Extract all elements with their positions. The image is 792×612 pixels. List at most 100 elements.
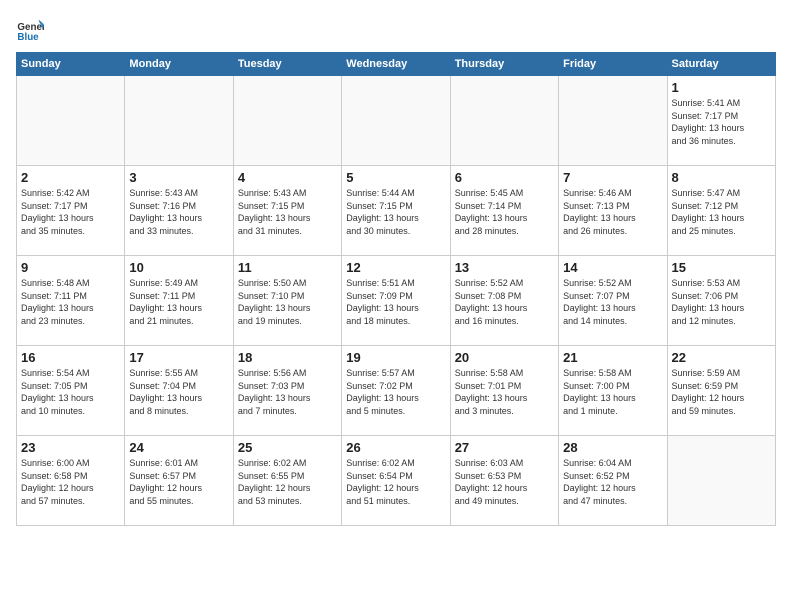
- day-cell: 27 Sunrise: 6:03 AM Sunset: 6:53 PM Dayli…: [450, 436, 558, 526]
- day-cell: [559, 76, 667, 166]
- day-info: Sunrise: 5:54 AM Sunset: 7:05 PM Dayligh…: [21, 367, 120, 417]
- day-number: 12: [346, 260, 445, 275]
- day-info: Sunrise: 5:47 AM Sunset: 7:12 PM Dayligh…: [672, 187, 771, 237]
- day-info: Sunrise: 5:41 AM Sunset: 7:17 PM Dayligh…: [672, 97, 771, 147]
- column-header-monday: Monday: [125, 53, 233, 76]
- header: General Blue: [16, 16, 776, 44]
- day-cell: 16 Sunrise: 5:54 AM Sunset: 7:05 PM Dayli…: [17, 346, 125, 436]
- day-info: Sunrise: 5:48 AM Sunset: 7:11 PM Dayligh…: [21, 277, 120, 327]
- day-number: 11: [238, 260, 337, 275]
- day-cell: 2 Sunrise: 5:42 AM Sunset: 7:17 PM Daylig…: [17, 166, 125, 256]
- day-number: 10: [129, 260, 228, 275]
- column-header-sunday: Sunday: [17, 53, 125, 76]
- day-cell: 14 Sunrise: 5:52 AM Sunset: 7:07 PM Dayli…: [559, 256, 667, 346]
- svg-text:Blue: Blue: [17, 32, 39, 43]
- day-number: 24: [129, 440, 228, 455]
- column-header-tuesday: Tuesday: [233, 53, 341, 76]
- day-number: 28: [563, 440, 662, 455]
- day-info: Sunrise: 6:02 AM Sunset: 6:55 PM Dayligh…: [238, 457, 337, 507]
- day-number: 1: [672, 80, 771, 95]
- day-number: 26: [346, 440, 445, 455]
- day-number: 21: [563, 350, 662, 365]
- day-cell: [667, 436, 775, 526]
- day-number: 16: [21, 350, 120, 365]
- day-cell: 24 Sunrise: 6:01 AM Sunset: 6:57 PM Dayli…: [125, 436, 233, 526]
- day-info: Sunrise: 5:43 AM Sunset: 7:16 PM Dayligh…: [129, 187, 228, 237]
- day-info: Sunrise: 5:56 AM Sunset: 7:03 PM Dayligh…: [238, 367, 337, 417]
- day-cell: 17Sunrise: 5:55 AM Sunset: 7:04 PM Dayli…: [125, 346, 233, 436]
- day-cell: 6 Sunrise: 5:45 AM Sunset: 7:14 PM Daylig…: [450, 166, 558, 256]
- logo: General Blue: [16, 16, 44, 44]
- day-cell: 3 Sunrise: 5:43 AM Sunset: 7:16 PM Daylig…: [125, 166, 233, 256]
- day-cell: 25Sunrise: 6:02 AM Sunset: 6:55 PM Dayli…: [233, 436, 341, 526]
- day-number: 15: [672, 260, 771, 275]
- day-info: Sunrise: 5:55 AM Sunset: 7:04 PM Dayligh…: [129, 367, 228, 417]
- day-info: Sunrise: 5:45 AM Sunset: 7:14 PM Dayligh…: [455, 187, 554, 237]
- day-cell: 20 Sunrise: 5:58 AM Sunset: 7:01 PM Dayli…: [450, 346, 558, 436]
- day-cell: 13 Sunrise: 5:52 AM Sunset: 7:08 PM Dayli…: [450, 256, 558, 346]
- logo-icon: General Blue: [16, 16, 44, 44]
- day-number: 20: [455, 350, 554, 365]
- calendar-table: SundayMondayTuesdayWednesdayThursdayFrid…: [16, 52, 776, 526]
- day-info: Sunrise: 6:01 AM Sunset: 6:57 PM Dayligh…: [129, 457, 228, 507]
- day-cell: 26Sunrise: 6:02 AM Sunset: 6:54 PM Dayli…: [342, 436, 450, 526]
- day-number: 8: [672, 170, 771, 185]
- day-cell: 5 Sunrise: 5:44 AM Sunset: 7:15 PM Daylig…: [342, 166, 450, 256]
- day-number: 3: [129, 170, 228, 185]
- day-number: 6: [455, 170, 554, 185]
- day-info: Sunrise: 6:03 AM Sunset: 6:53 PM Dayligh…: [455, 457, 554, 507]
- day-cell: 23 Sunrise: 6:00 AM Sunset: 6:58 PM Dayli…: [17, 436, 125, 526]
- day-cell: 21 Sunrise: 5:58 AM Sunset: 7:00 PM Dayli…: [559, 346, 667, 436]
- day-number: 13: [455, 260, 554, 275]
- header-row: SundayMondayTuesdayWednesdayThursdayFrid…: [17, 53, 776, 76]
- day-number: 14: [563, 260, 662, 275]
- day-info: Sunrise: 5:53 AM Sunset: 7:06 PM Dayligh…: [672, 277, 771, 327]
- column-header-friday: Friday: [559, 53, 667, 76]
- day-info: Sunrise: 5:58 AM Sunset: 7:00 PM Dayligh…: [563, 367, 662, 417]
- day-cell: [125, 76, 233, 166]
- week-row-5: 23 Sunrise: 6:00 AM Sunset: 6:58 PM Dayli…: [17, 436, 776, 526]
- day-cell: 7 Sunrise: 5:46 AM Sunset: 7:13 PM Daylig…: [559, 166, 667, 256]
- day-cell: 28 Sunrise: 6:04 AM Sunset: 6:52 PM Dayli…: [559, 436, 667, 526]
- day-number: 4: [238, 170, 337, 185]
- day-info: Sunrise: 5:49 AM Sunset: 7:11 PM Dayligh…: [129, 277, 228, 327]
- day-cell: 4 Sunrise: 5:43 AM Sunset: 7:15 PM Daylig…: [233, 166, 341, 256]
- day-number: 2: [21, 170, 120, 185]
- week-row-2: 2 Sunrise: 5:42 AM Sunset: 7:17 PM Daylig…: [17, 166, 776, 256]
- day-info: Sunrise: 5:42 AM Sunset: 7:17 PM Dayligh…: [21, 187, 120, 237]
- day-number: 9: [21, 260, 120, 275]
- week-row-3: 9 Sunrise: 5:48 AM Sunset: 7:11 PM Daylig…: [17, 256, 776, 346]
- day-cell: [233, 76, 341, 166]
- day-cell: 22Sunrise: 5:59 AM Sunset: 6:59 PM Dayli…: [667, 346, 775, 436]
- day-cell: 1 Sunrise: 5:41 AM Sunset: 7:17 PM Daylig…: [667, 76, 775, 166]
- day-cell: [450, 76, 558, 166]
- day-info: Sunrise: 6:04 AM Sunset: 6:52 PM Dayligh…: [563, 457, 662, 507]
- day-info: Sunrise: 5:51 AM Sunset: 7:09 PM Dayligh…: [346, 277, 445, 327]
- day-number: 23: [21, 440, 120, 455]
- day-info: Sunrise: 5:57 AM Sunset: 7:02 PM Dayligh…: [346, 367, 445, 417]
- day-info: Sunrise: 5:44 AM Sunset: 7:15 PM Dayligh…: [346, 187, 445, 237]
- day-info: Sunrise: 5:58 AM Sunset: 7:01 PM Dayligh…: [455, 367, 554, 417]
- day-info: Sunrise: 5:59 AM Sunset: 6:59 PM Dayligh…: [672, 367, 771, 417]
- day-cell: 8 Sunrise: 5:47 AM Sunset: 7:12 PM Daylig…: [667, 166, 775, 256]
- day-info: Sunrise: 5:52 AM Sunset: 7:07 PM Dayligh…: [563, 277, 662, 327]
- day-info: Sunrise: 6:00 AM Sunset: 6:58 PM Dayligh…: [21, 457, 120, 507]
- day-cell: 11 Sunrise: 5:50 AM Sunset: 7:10 PM Dayli…: [233, 256, 341, 346]
- day-info: Sunrise: 5:46 AM Sunset: 7:13 PM Dayligh…: [563, 187, 662, 237]
- day-info: Sunrise: 5:52 AM Sunset: 7:08 PM Dayligh…: [455, 277, 554, 327]
- day-number: 27: [455, 440, 554, 455]
- day-number: 7: [563, 170, 662, 185]
- day-number: 5: [346, 170, 445, 185]
- column-header-wednesday: Wednesday: [342, 53, 450, 76]
- column-header-thursday: Thursday: [450, 53, 558, 76]
- day-cell: [342, 76, 450, 166]
- day-info: Sunrise: 5:50 AM Sunset: 7:10 PM Dayligh…: [238, 277, 337, 327]
- week-row-4: 16 Sunrise: 5:54 AM Sunset: 7:05 PM Dayli…: [17, 346, 776, 436]
- day-cell: 19 Sunrise: 5:57 AM Sunset: 7:02 PM Dayli…: [342, 346, 450, 436]
- day-cell: 15 Sunrise: 5:53 AM Sunset: 7:06 PM Dayli…: [667, 256, 775, 346]
- day-cell: 10 Sunrise: 5:49 AM Sunset: 7:11 PM Dayli…: [125, 256, 233, 346]
- day-cell: 18 Sunrise: 5:56 AM Sunset: 7:03 PM Dayli…: [233, 346, 341, 436]
- day-info: Sunrise: 5:43 AM Sunset: 7:15 PM Dayligh…: [238, 187, 337, 237]
- day-number: 19: [346, 350, 445, 365]
- day-number: 18: [238, 350, 337, 365]
